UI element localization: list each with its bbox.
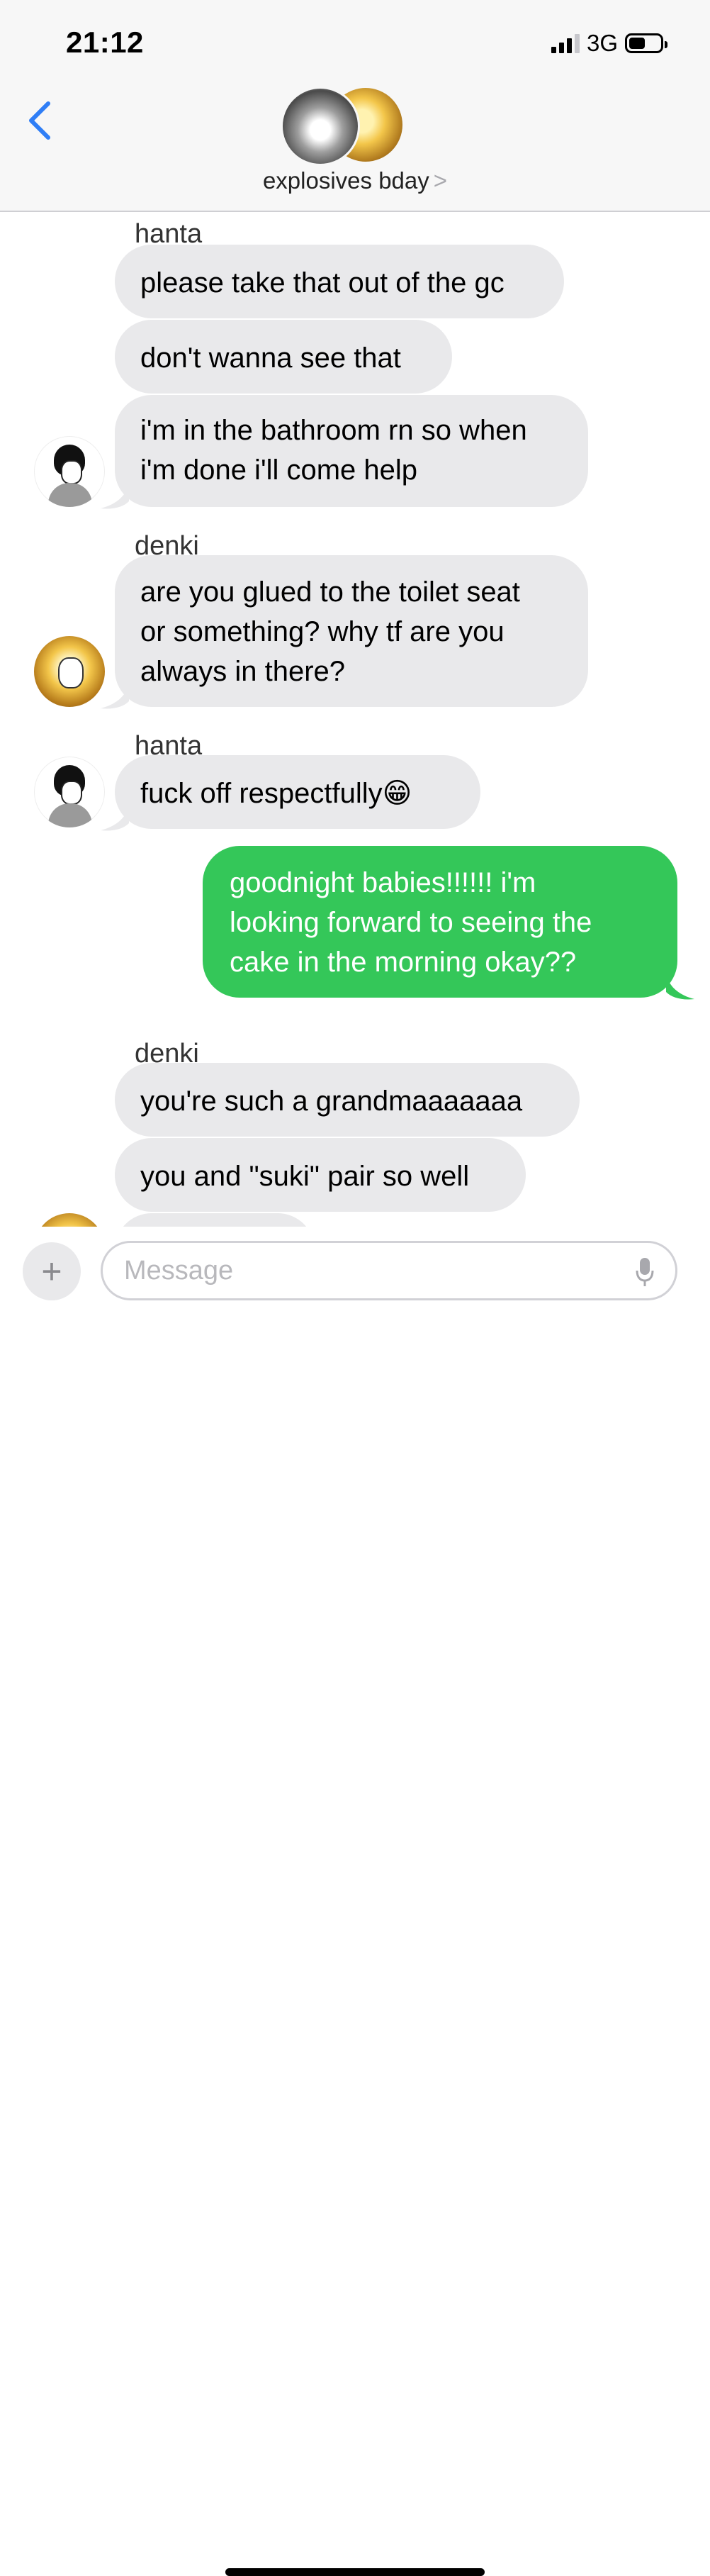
- avatar-hanta[interactable]: [34, 436, 105, 507]
- message-thread[interactable]: hanta please take that out of the gc don…: [0, 212, 710, 1227]
- message-line: always in there?: [140, 656, 346, 687]
- member-avatar-kirishima: [281, 87, 360, 166]
- battery-icon: [625, 33, 667, 53]
- message-bubble[interactable]: you and "suki" pair so well: [115, 1138, 526, 1212]
- message-bubble[interactable]: i'm in the bathroom rn so when i'm done …: [115, 395, 588, 507]
- group-name-label: explosives bday: [262, 167, 429, 194]
- avatar-hanta[interactable]: [34, 757, 105, 827]
- avatar-denki[interactable]: [34, 1213, 105, 1227]
- status-time: 21:12: [66, 26, 144, 59]
- back-chevron-icon[interactable]: [26, 99, 57, 142]
- message-line: looking forward to seeing the: [230, 907, 592, 938]
- bubble-tail: [101, 681, 129, 709]
- message-bubble[interactable]: you're such a grandmaaaaaaa: [115, 1063, 580, 1137]
- bubble-tail: [666, 972, 694, 1000]
- bubble-tail: [101, 803, 129, 831]
- network-type: 3G: [586, 30, 618, 56]
- message-bubble[interactable]: don't wanna see that: [115, 320, 452, 394]
- signal-strength-icon: [551, 33, 580, 53]
- message-line: i'm in the bathroom rn so when: [140, 415, 527, 446]
- bubble-tail: [101, 481, 129, 509]
- message-line: goodnight babies!!!!!! i'm: [230, 867, 536, 898]
- outgoing-message-bubble[interactable]: goodnight babies!!!!!! i'm looking forwa…: [203, 846, 677, 998]
- message-line: cake in the morning okay??: [230, 947, 577, 978]
- group-title[interactable]: explosives bday >: [0, 167, 710, 194]
- status-indicators: 3G: [551, 28, 667, 58]
- message-line: i'm done i'll come help: [140, 455, 418, 486]
- message-composer: +: [0, 1227, 710, 2576]
- microphone-icon[interactable]: [635, 1256, 655, 1288]
- message-bubble[interactable]: please take that out of the gc: [115, 245, 564, 318]
- home-indicator: [225, 2568, 485, 2576]
- group-detail-chevron-icon: >: [433, 167, 448, 194]
- message-bubble[interactable]: are you glued to the toilet seat or some…: [115, 555, 588, 707]
- conversation-header: 21:12 3G explosives bday >: [0, 0, 710, 212]
- group-avatar-stack[interactable]: [281, 87, 405, 166]
- message-line: or something? why tf are you: [140, 616, 505, 647]
- avatar-denki[interactable]: [34, 636, 105, 707]
- message-bubble[interactable]: fuck off respectfully😁: [115, 755, 480, 829]
- message-bubble-partial[interactable]: [115, 1213, 315, 1227]
- message-line: are you glued to the toilet seat: [140, 576, 520, 608]
- message-input[interactable]: [101, 1241, 677, 1300]
- add-attachment-button[interactable]: +: [23, 1242, 81, 1300]
